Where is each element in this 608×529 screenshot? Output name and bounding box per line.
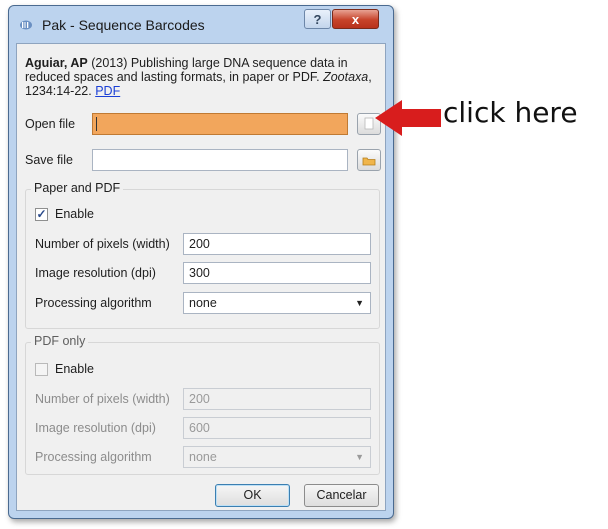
citation-text: Aguiar, AP (2013) Publishing large DNA s…	[25, 56, 377, 98]
open-file-input[interactable]	[92, 113, 348, 135]
app-icon	[20, 20, 32, 30]
paper-pdf-title: Paper and PDF	[31, 181, 124, 195]
chevron-down-icon: ▼	[355, 298, 364, 308]
open-file-label: Open file	[25, 117, 76, 131]
click-here-annotation: click here	[443, 96, 578, 129]
citation-author: Aguiar, AP	[25, 56, 88, 70]
pdf-only-pixels-label: Number of pixels (width)	[35, 392, 170, 406]
cancel-button[interactable]: Cancelar	[304, 484, 379, 507]
paper-pdf-algorithm-label: Processing algorithm	[35, 296, 152, 310]
paper-pdf-pixels-input[interactable]: 200	[183, 233, 371, 255]
paper-pdf-algorithm-select[interactable]: none ▼	[183, 292, 371, 314]
pdf-only-algorithm-label: Processing algorithm	[35, 450, 152, 464]
close-button[interactable]: x	[332, 9, 379, 29]
save-file-input[interactable]	[92, 149, 348, 171]
pdf-only-resolution-input[interactable]: 600	[183, 417, 371, 439]
ok-button[interactable]: OK	[215, 484, 290, 507]
dialog-window: Pak - Sequence Barcodes ? x Aguiar, AP (…	[8, 5, 394, 519]
help-button[interactable]: ?	[304, 9, 331, 29]
save-file-label: Save file	[25, 153, 73, 167]
paper-pdf-resolution-label: Image resolution (dpi)	[35, 266, 156, 280]
pdf-only-title: PDF only	[31, 334, 89, 348]
paper-pdf-enable-checkbox[interactable]: ✓	[35, 208, 48, 221]
title-bar[interactable]: Pak - Sequence Barcodes ? x	[9, 6, 393, 42]
pdf-link[interactable]: PDF	[95, 84, 120, 98]
dialog-body: Aguiar, AP (2013) Publishing large DNA s…	[16, 43, 386, 511]
paper-pdf-enable-label: Enable	[55, 207, 94, 221]
chevron-down-icon: ▼	[355, 452, 364, 462]
pdf-only-pixels-input[interactable]: 200	[183, 388, 371, 410]
citation-journal: Zootaxa	[323, 70, 369, 84]
red-arrow-icon	[375, 100, 441, 136]
folder-save-icon	[362, 157, 376, 166]
window-title: Pak - Sequence Barcodes	[42, 17, 205, 33]
save-file-browse-button[interactable]	[357, 149, 381, 171]
pdf-only-enable-label: Enable	[55, 362, 94, 376]
paper-pdf-algorithm-value: none	[189, 296, 217, 310]
pdf-only-resolution-label: Image resolution (dpi)	[35, 421, 156, 435]
pdf-only-algorithm-value: none	[189, 450, 217, 464]
paper-pdf-resolution-input[interactable]: 300	[183, 262, 371, 284]
pdf-only-enable-checkbox[interactable]	[35, 363, 48, 376]
paper-pdf-pixels-label: Number of pixels (width)	[35, 237, 170, 251]
pdf-only-algorithm-select[interactable]: none ▼	[183, 446, 371, 468]
